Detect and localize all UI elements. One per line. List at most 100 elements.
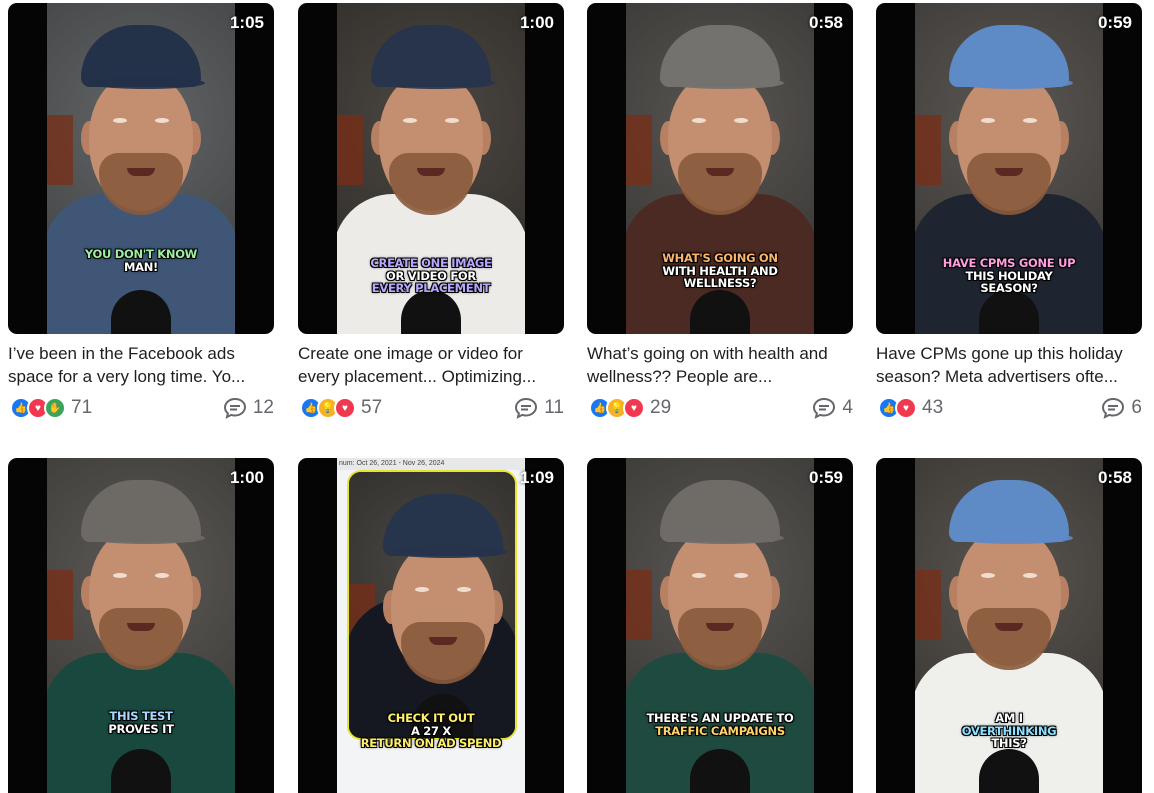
eye	[155, 118, 169, 123]
comments-summary[interactable]: 11	[514, 397, 564, 419]
eye	[734, 118, 748, 123]
video-card[interactable]: CREATE ONE IMAGE OR VIDEO FOR EVERY PLACEM…	[298, 3, 564, 420]
video-thumbnail[interactable]: WHAT'S GOING ON WITH HEALTH AND WELLNESS? …	[587, 3, 853, 334]
caption-line: SEASON?	[980, 281, 1038, 295]
video-frame	[626, 458, 814, 793]
caption-line: THERE'S AN UPDATE TO	[646, 711, 794, 725]
eye	[415, 587, 429, 592]
video-title[interactable]: Create one image or video for every plac…	[298, 342, 564, 388]
wall-poster	[337, 115, 363, 185]
mouth	[127, 623, 155, 631]
video-frame	[47, 458, 235, 793]
video-card[interactable]: num: Oct 26, 2021 - Nov 26, 2024 CHECK I…	[298, 458, 564, 793]
celebrate-icon: ✋	[44, 397, 66, 419]
eye	[1023, 573, 1037, 578]
cap-brim	[955, 532, 1073, 544]
love-icon: ♥	[334, 397, 356, 419]
video-title[interactable]: What’s going on with health and wellness…	[587, 342, 853, 388]
reactions-summary[interactable]: 👍 ♥ 43	[878, 397, 943, 419]
video-frame	[349, 472, 515, 738]
caption-line: THIS?	[991, 736, 1027, 750]
video-overlay-frame	[347, 470, 517, 740]
reactions-summary[interactable]: 👍 💡 ♥ 57	[300, 397, 382, 419]
video-thumbnail[interactable]: num: Oct 26, 2021 - Nov 26, 2024 CHECK I…	[298, 458, 564, 793]
mouth	[417, 168, 445, 176]
reaction-count: 57	[361, 397, 383, 418]
video-stats: 👍 💡 ♥ 57 11	[298, 396, 564, 420]
video-caption: YOU DON'T KNOW MAN!	[8, 248, 274, 273]
video-thumbnail[interactable]: HAVE CPMS GONE UP THIS HOLIDAY SEASON? 0:5…	[876, 3, 1142, 334]
comment-icon	[223, 397, 246, 419]
video-card[interactable]: HAVE CPMS GONE UP THIS HOLIDAY SEASON? 0:5…	[876, 3, 1142, 420]
video-caption: THIS TEST PROVES IT	[8, 710, 274, 735]
eye	[445, 118, 459, 123]
reactions-summary[interactable]: 👍 💡 ♥ 29	[589, 397, 671, 419]
caption-line: CHECK IT OUT	[387, 711, 475, 725]
video-title[interactable]: I’ve been in the Facebook ads space for …	[8, 342, 274, 388]
video-card[interactable]: AM I OVERTHINKING THIS? 0:58	[876, 458, 1142, 793]
caption-line: MAN!	[123, 259, 158, 274]
video-duration: 0:59	[1097, 13, 1132, 32]
reaction-count: 29	[650, 397, 672, 418]
video-frame	[47, 3, 235, 334]
eye	[155, 573, 169, 578]
video-caption: AM I OVERTHINKING THIS?	[876, 712, 1142, 750]
video-card[interactable]: WHAT'S GOING ON WITH HEALTH AND WELLNESS? …	[587, 3, 853, 420]
video-card[interactable]: THIS TEST PROVES IT 1:00	[8, 458, 274, 793]
caption-line: HAVE CPMS GONE UP	[942, 256, 1076, 270]
video-title[interactable]: Have CPMs gone up this holiday season? M…	[876, 342, 1142, 388]
eye	[113, 573, 127, 578]
cap-brim	[87, 532, 205, 544]
eye	[403, 118, 417, 123]
reaction-count: 43	[922, 397, 944, 418]
eye	[692, 573, 706, 578]
love-icon: ♥	[623, 397, 645, 419]
eye	[692, 118, 706, 123]
reaction-count: 71	[71, 397, 93, 418]
comments-summary[interactable]: 4	[812, 397, 853, 419]
caption-line: RETURN ON AD SPEND	[360, 736, 502, 750]
video-duration: 0:59	[808, 468, 843, 487]
comment-count: 6	[1131, 397, 1142, 418]
video-card[interactable]: THERE'S AN UPDATE TO TRAFFIC CAMPAIGNS 0:…	[587, 458, 853, 793]
eye	[734, 573, 748, 578]
cap-brim	[666, 532, 784, 544]
mouth	[706, 623, 734, 631]
caption-line: YOU DON'T KNOW	[84, 247, 198, 261]
caption-line: PROVES IT	[108, 721, 174, 736]
wall-poster	[47, 115, 73, 185]
video-caption: THERE'S AN UPDATE TO TRAFFIC CAMPAIGNS	[587, 712, 853, 737]
mouth	[706, 168, 734, 176]
eye	[457, 587, 471, 592]
wall-poster	[47, 570, 73, 640]
eye	[1023, 118, 1037, 123]
caption-line: EVERY PLACEMENT	[371, 281, 491, 295]
comment-icon	[515, 397, 538, 419]
comments-summary[interactable]: 12	[223, 397, 274, 419]
caption-line: WHAT'S GOING ON	[662, 251, 778, 265]
video-duration: 0:58	[808, 13, 843, 32]
mouth	[127, 168, 155, 176]
comments-summary[interactable]: 6	[1101, 397, 1142, 419]
love-icon: ♥	[895, 397, 917, 419]
mouth	[995, 168, 1023, 176]
eye	[981, 118, 995, 123]
video-thumbnail[interactable]: CREATE ONE IMAGE OR VIDEO FOR EVERY PLACEM…	[298, 3, 564, 334]
video-thumbnail[interactable]: THIS TEST PROVES IT 1:00	[8, 458, 274, 793]
wall-poster	[626, 570, 652, 640]
cap-brim	[377, 77, 495, 89]
mouth	[995, 623, 1023, 631]
video-thumbnail[interactable]: AM I OVERTHINKING THIS? 0:58	[876, 458, 1142, 793]
reactions-summary[interactable]: 👍 ♥ ✋ 71	[10, 397, 92, 419]
video-duration: 1:09	[519, 468, 554, 487]
video-caption: HAVE CPMS GONE UP THIS HOLIDAY SEASON?	[876, 257, 1142, 295]
video-stats: 👍 💡 ♥ 29 4	[587, 396, 853, 420]
caption-line: CREATE ONE IMAGE	[370, 256, 492, 270]
video-thumbnail[interactable]: THERE'S AN UPDATE TO TRAFFIC CAMPAIGNS 0:…	[587, 458, 853, 793]
video-duration: 1:00	[229, 468, 264, 487]
caption-line: AM I	[995, 711, 1023, 725]
video-thumbnail[interactable]: YOU DON'T KNOW MAN! 1:05	[8, 3, 274, 334]
caption-line: TRAFFIC CAMPAIGNS	[655, 723, 785, 738]
video-duration: 1:00	[519, 13, 554, 32]
video-card[interactable]: YOU DON'T KNOW MAN! 1:05 I’ve been in the…	[8, 3, 274, 420]
